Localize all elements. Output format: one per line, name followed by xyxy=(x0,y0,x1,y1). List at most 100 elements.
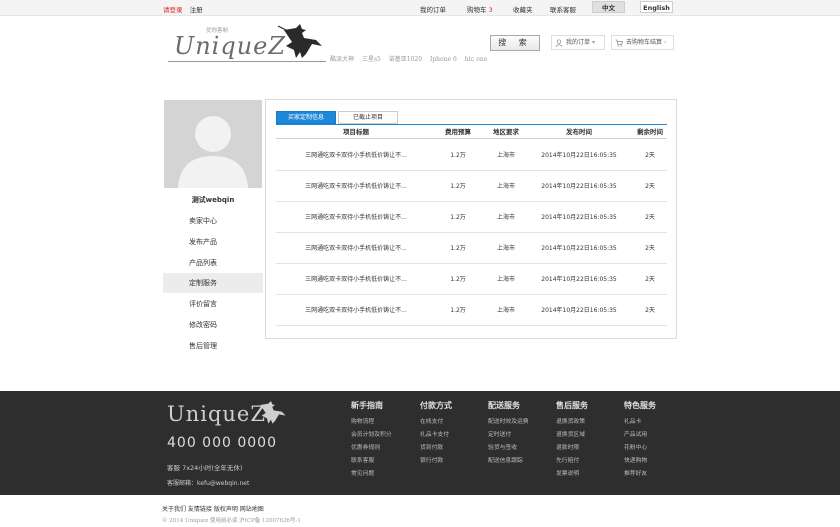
table-row[interactable]: 三网通吃双卡双待小手机低价铸让不... 1.2万 上海市 2014年10月22日… xyxy=(276,233,667,264)
hot-search-words: 酷派大神 三星s5 诺基亚1020 Iphone 6 htc one xyxy=(330,54,493,63)
footer-link[interactable]: 银行付款 xyxy=(420,455,482,468)
cell-time-left: 2天 xyxy=(645,183,655,190)
footer-col-title: 特色服务 xyxy=(624,401,656,410)
footer-link[interactable]: 退换货区域 xyxy=(556,429,618,442)
sidebar-item-custom-service[interactable]: 定制服务 xyxy=(163,273,263,293)
logo-underline xyxy=(168,61,326,62)
hotword-link[interactable]: 三星s5 xyxy=(362,56,381,63)
cell-time-left: 2天 xyxy=(645,214,655,221)
footer-link[interactable]: 先行赔付 xyxy=(556,455,618,468)
hotword-link[interactable]: 酷派大神 xyxy=(330,56,354,63)
column-header-publish-time: 发布时间 xyxy=(566,128,592,136)
nav-my-orders[interactable]: 我的订单 xyxy=(420,4,446,14)
table-row[interactable]: 三网通吃双卡双待小手机低价铸让不... 1.2万 上海市 2014年10月22日… xyxy=(276,171,667,202)
footer-link[interactable]: 礼品卡支付 xyxy=(420,429,482,442)
chevron-down-icon: ▾ xyxy=(591,39,595,46)
table-row[interactable]: 三网通吃双卡双待小手机低价铸让不... 1.2万 上海市 2014年10月22日… xyxy=(276,295,667,326)
footer-link[interactable]: 货到付款 xyxy=(420,442,482,455)
footer-link[interactable]: 常见问题 xyxy=(351,468,413,481)
cell-time-left: 2天 xyxy=(645,307,655,314)
site-logo[interactable]: 优你客制 UniqueZ xyxy=(168,22,328,64)
footer-phone: 400 000 0000 xyxy=(167,435,277,451)
table-row[interactable]: 三网通吃双卡双待小手机低价铸让不... 1.2万 上海市 2014年10月22日… xyxy=(276,202,667,233)
footer-col-title: 售后服务 xyxy=(556,401,588,410)
footer-col-delivery: 配送服务 配送时效及运费 定时送付 验货与签收 配送信息跟踪 xyxy=(488,400,550,468)
footer-link[interactable]: 购物流程 xyxy=(351,416,413,429)
cell-time-left: 2天 xyxy=(645,152,655,159)
column-header-budget: 费用预算 xyxy=(445,128,471,136)
footer-link[interactable]: 配送时效及运费 xyxy=(488,416,550,429)
footer-email[interactable]: 客服邮箱：kefu@webqin.net xyxy=(167,478,249,487)
sidebar-item-after-sales[interactable]: 售后管理 xyxy=(163,336,263,356)
footer-link[interactable]: 优惠券规则 xyxy=(351,442,413,455)
cell-title[interactable]: 三网通吃双卡双待小手机低价铸让不... xyxy=(276,295,436,326)
zorro-figure-icon xyxy=(277,24,322,58)
hotword-link[interactable]: htc one xyxy=(465,56,488,63)
bottom-links[interactable]: 关于我们 友情链接 版权声明 网站地图 xyxy=(162,504,264,513)
table-row[interactable]: 三网通吃双卡双待小手机低价铸让不... 1.2万 上海市 2014年10月22日… xyxy=(276,264,667,295)
cell-publish-time: 2014年10月22日16:05:35 xyxy=(541,276,617,283)
login-links: 请登录 注册 xyxy=(163,4,203,14)
nav-favorites[interactable]: 收藏夹 xyxy=(513,4,533,14)
cell-publish-time: 2014年10月22日16:05:35 xyxy=(541,214,617,221)
footer-link[interactable]: 礼品卡 xyxy=(624,416,686,429)
top-bar: 请登录 注册 我的订单 购物车 3 收藏夹 联系客服 中文 English xyxy=(0,0,840,16)
cell-title[interactable]: 三网通吃双卡双待小手机低价铸让不... xyxy=(276,264,436,295)
footer-col-title: 付款方式 xyxy=(420,401,452,410)
tab-buyer-requests[interactable]: 买家定制信息 xyxy=(276,111,336,124)
cart-count-badge: 3 xyxy=(488,6,493,14)
avatar xyxy=(164,100,262,188)
cell-title[interactable]: 三网通吃双卡双待小手机低价铸让不... xyxy=(276,140,436,171)
cell-time-left: 2天 xyxy=(645,245,655,252)
hotword-link[interactable]: Iphone 6 xyxy=(430,56,457,63)
sidebar-item-reviews[interactable]: 评价留言 xyxy=(163,294,263,314)
footer-link[interactable]: 产品试用 xyxy=(624,429,686,442)
footer-col-payment: 付款方式 在线支付 礼品卡支付 货到付款 银行付款 xyxy=(420,400,482,468)
footer-service-hours: 客服 7x24小时(全年无休) xyxy=(167,464,243,472)
nav-cart[interactable]: 购物车 3 xyxy=(467,4,493,14)
tab-closed-projects[interactable]: 已截止项目 xyxy=(338,111,398,124)
table-row[interactable]: 三网通吃双卡双待小手机低价铸让不... 1.2万 上海市 2014年10月22日… xyxy=(276,140,667,171)
sidebar-item-product-list[interactable]: 产品列表 xyxy=(163,253,263,273)
footer-link[interactable]: 退换货政策 xyxy=(556,416,618,429)
cell-time-left: 2天 xyxy=(645,276,655,283)
footer-link[interactable]: 推荐好友 xyxy=(624,468,686,481)
footer-link[interactable]: 发票说明 xyxy=(556,468,618,481)
cell-publish-time: 2014年10月22日16:05:35 xyxy=(541,152,617,159)
nav-contact-service[interactable]: 联系客服 xyxy=(550,4,576,14)
footer-logo: UniqueZ xyxy=(167,402,266,426)
cell-title[interactable]: 三网通吃双卡双待小手机低价铸让不... xyxy=(276,202,436,233)
hotword-link[interactable]: 诺基亚1020 xyxy=(389,56,422,63)
footer-link[interactable]: 定时送付 xyxy=(488,429,550,442)
footer-link[interactable]: 花粉中心 xyxy=(624,442,686,455)
cell-budget: 1.2万 xyxy=(450,276,466,283)
cell-title[interactable]: 三网通吃双卡双待小手机低价铸让不... xyxy=(276,171,436,202)
footer-zorro-figure-icon xyxy=(260,401,286,424)
cell-budget: 1.2万 xyxy=(450,214,466,221)
footer-link[interactable]: 联系客服 xyxy=(351,455,413,468)
user-icon xyxy=(555,39,563,47)
lang-english-button[interactable]: English xyxy=(640,1,673,13)
footer-link[interactable]: 配送信息跟踪 xyxy=(488,455,550,468)
custom-requests-panel: 买家定制信息 已截止项目 项目标题 费用预算 地区要求 发布时间 剩余时间 三网… xyxy=(265,99,677,339)
footer-col-special: 特色服务 礼品卡 产品试用 花粉中心 快递购物 推荐好友 xyxy=(624,400,686,481)
login-link[interactable]: 请登录 xyxy=(163,6,183,14)
sidebar-item-seller-center[interactable]: 卖家中心 xyxy=(163,211,263,231)
sidebar-item-publish-product[interactable]: 发布产品 xyxy=(163,232,263,252)
lang-chinese-button[interactable]: 中文 xyxy=(592,1,625,13)
cart-checkout-button[interactable]: 去购物车结算 › xyxy=(611,35,674,50)
cell-budget: 1.2万 xyxy=(450,183,466,190)
footer-link[interactable]: 验货与签收 xyxy=(488,442,550,455)
register-link[interactable]: 注册 xyxy=(190,6,203,14)
cart-icon xyxy=(615,39,623,47)
footer-link[interactable]: 快递购物 xyxy=(624,455,686,468)
footer-col-title: 新手指南 xyxy=(351,401,383,410)
my-order-dropdown[interactable]: 我的订单 ▾ xyxy=(551,35,605,50)
logo-wordmark: UniqueZ xyxy=(174,32,287,60)
cell-title[interactable]: 三网通吃双卡双待小手机低价铸让不... xyxy=(276,233,436,264)
sidebar-item-change-password[interactable]: 修改密码 xyxy=(163,315,263,335)
footer-link[interactable]: 退款时限 xyxy=(556,442,618,455)
footer-link[interactable]: 在线支付 xyxy=(420,416,482,429)
footer-link[interactable]: 会员计划及积分 xyxy=(351,429,413,442)
search-button[interactable]: 搜 索 xyxy=(490,35,540,51)
